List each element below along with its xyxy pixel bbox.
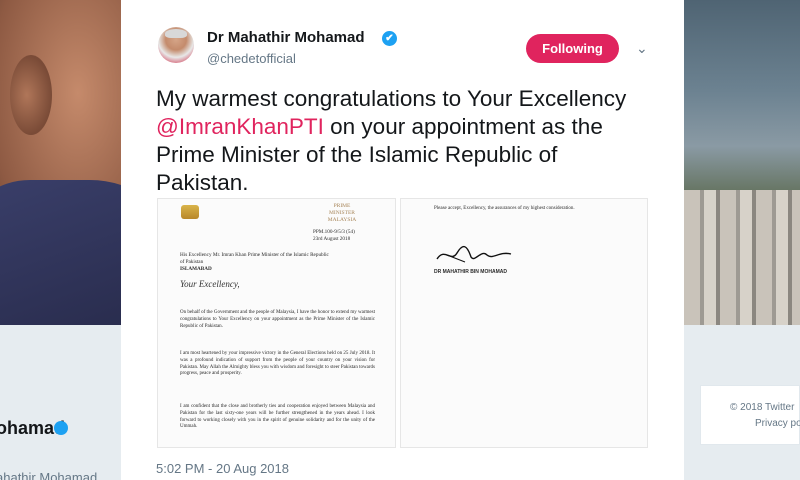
letter-address: His Excellency Mr. Imran Khan Prime Mini… [180,252,329,265]
author-display-name[interactable]: Dr Mahathir Mohamad [207,29,365,46]
banner-city-buildings [684,190,800,325]
letter-paragraph-3: I am confident that the close and brothe… [180,404,375,430]
chevron-down-icon[interactable]: ⌄ [636,40,648,57]
mention-link[interactable]: @ImranKhanPTI [156,114,324,139]
profile-handle: ahathir Mohamad [0,470,98,480]
avatar-hair [165,29,187,38]
letter-salutation: Your Excellency, [180,279,240,289]
tweet-modal: Dr Mahathir Mohamad ✔ @chedetofficial Fo… [121,0,684,480]
letter-city: ISLAMABAD [180,266,212,272]
tweet-text: My warmest congratulations to Your Excel… [156,85,656,197]
letter-image-page-1[interactable]: PRIME MINISTER MALAYSIA PPM.100-9/5/3 (5… [157,198,396,448]
letter-reference: PPM.100-9/5/3 (54) [313,229,355,235]
footer-privacy-link[interactable]: Privacy po [755,418,800,429]
author-handle[interactable]: @chedetofficial [207,51,296,66]
verified-badge-icon: ✔ [382,31,397,46]
profile-verified-icon [54,421,68,435]
tweet-timestamp[interactable]: 5:02 PM - 20 Aug 2018 [156,461,289,476]
letter-image-page-2[interactable]: Please accept, Excellency, the assurance… [400,198,648,448]
signature-icon [436,246,512,263]
malaysia-crest-icon [181,205,199,219]
letter-paragraph-2: I am most heartened by your impressive v… [180,351,375,377]
footer-card [700,385,800,445]
letter-date: 23rd August 2018 [313,236,351,242]
following-button[interactable]: Following [526,34,619,63]
footer-copyright: © 2018 Twitter [730,402,795,413]
letter-signatory: DR MAHATHIR BIN MOHAMAD [434,269,507,275]
letterhead-office: PRIME MINISTER MALAYSIA [327,203,357,223]
letter-paragraph-1: On behalf of the Government and the peop… [180,310,375,329]
banner-portrait-ear [10,55,52,135]
letter-closing: Please accept, Excellency, the assurance… [434,206,575,211]
tweet-text-part1: My warmest congratulations to Your Excel… [156,86,627,111]
avatar[interactable] [158,27,194,63]
